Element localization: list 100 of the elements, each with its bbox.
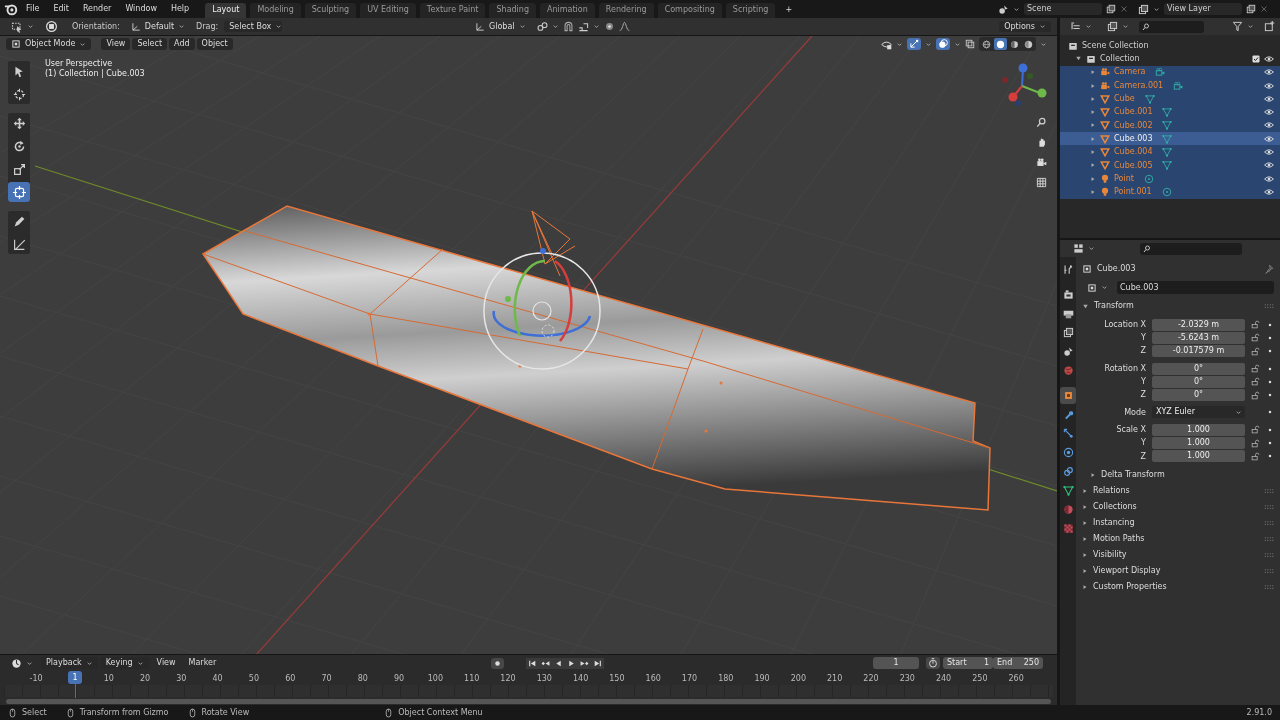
number-field[interactable]: 0° <box>1152 362 1245 375</box>
playhead-frame[interactable]: 1 <box>68 671 82 684</box>
navigation-gizmo-drawing[interactable] <box>1002 63 1047 106</box>
expand-triangle-icon[interactable] <box>1082 302 1089 310</box>
number-field[interactable]: -0.017579 m <box>1152 345 1245 358</box>
mesh-data-icon[interactable] <box>1144 93 1155 104</box>
orientation-dropdown[interactable]: Default <box>125 20 191 33</box>
playback-button[interactable] <box>590 657 604 669</box>
proportional-edit-icon[interactable] <box>603 21 615 32</box>
tool-button[interactable] <box>8 61 30 81</box>
workspace-tab[interactable]: Rendering <box>598 3 654 18</box>
menu-item[interactable]: Edit <box>47 3 75 15</box>
panel-header[interactable]: Custom Properties <box>1093 582 1259 592</box>
camera-drawing[interactable] <box>531 210 576 277</box>
app-logo-icon[interactable] <box>4 2 18 16</box>
eye-icon[interactable] <box>1264 186 1274 197</box>
menu-item[interactable]: File <box>20 3 46 15</box>
lock-icon[interactable] <box>1251 451 1260 461</box>
mode-dropdown[interactable]: Object Mode <box>6 38 92 50</box>
number-field[interactable]: -5.6243 m <box>1152 331 1245 344</box>
lock-icon[interactable] <box>1251 425 1260 435</box>
expand-triangle-icon[interactable] <box>1082 567 1088 574</box>
panel-header[interactable]: Relations <box>1093 486 1259 496</box>
falloff-curve-icon[interactable] <box>618 21 630 32</box>
shading-button[interactable] <box>1008 38 1021 50</box>
drag-dropdown[interactable]: Select Box <box>224 20 283 33</box>
lock-icon[interactable] <box>1251 320 1260 330</box>
panel-header[interactable]: Visibility <box>1093 550 1259 560</box>
3d-viewport[interactable]: Object Mode View Select Add Object User Perspective (1) Collection | Cube.003 <box>0 36 1057 654</box>
workspace-tab[interactable]: Animation <box>540 3 595 18</box>
timeline-scrollbar[interactable] <box>6 699 1051 704</box>
menu-item[interactable]: Window <box>119 3 163 15</box>
view-layer-field[interactable]: View Layer <box>1164 3 1242 15</box>
checkbox[interactable] <box>1252 54 1260 63</box>
expand-triangle-icon[interactable] <box>1090 149 1096 155</box>
mesh-data-icon[interactable] <box>1162 160 1173 171</box>
current-frame-field[interactable]: 1 <box>873 657 919 669</box>
link-icon[interactable] <box>536 21 548 32</box>
record-button[interactable] <box>490 657 504 669</box>
expand-triangle-icon[interactable] <box>1075 55 1082 63</box>
workspace-tab[interactable]: Scripting <box>725 3 776 18</box>
lock-icon[interactable] <box>1251 346 1260 356</box>
workspace-tab[interactable]: Texture Paint <box>419 3 486 18</box>
new-collection-icon[interactable] <box>1264 21 1275 32</box>
outliner-row[interactable]: Point.001 <box>1060 185 1280 199</box>
eye-icon[interactable] <box>1264 173 1274 184</box>
duplicate-icon[interactable] <box>1106 4 1116 14</box>
lock-icon[interactable] <box>1251 364 1260 374</box>
lock-icon[interactable] <box>1251 438 1260 448</box>
workspace-tab[interactable]: Layout <box>205 3 247 18</box>
scene-shapes-icon[interactable] <box>998 3 1009 15</box>
menu-item[interactable]: Marker <box>183 657 222 669</box>
xray-icon[interactable] <box>965 39 975 49</box>
mesh-data-icon[interactable] <box>1162 107 1173 118</box>
outliner-row[interactable]: Scene Collection <box>1060 39 1280 53</box>
tool-button[interactable] <box>8 113 30 133</box>
expand-triangle-icon[interactable] <box>1082 487 1088 494</box>
number-field[interactable]: 1.000 <box>1152 423 1245 436</box>
workspace-tab[interactable]: Sculpting <box>304 3 357 18</box>
panel-header[interactable]: Viewport Display <box>1093 566 1259 576</box>
panel-header[interactable]: Instancing <box>1093 518 1259 528</box>
eye-icon[interactable] <box>1264 147 1274 157</box>
outliner-row[interactable]: Cube.004 <box>1060 145 1280 159</box>
expand-triangle-icon[interactable] <box>1082 551 1088 558</box>
eye-icon[interactable] <box>1264 160 1274 171</box>
shading-button[interactable] <box>980 38 993 50</box>
pivot-icon[interactable] <box>45 20 58 33</box>
eye-icon[interactable] <box>1264 53 1274 64</box>
mesh-data-icon[interactable] <box>1162 133 1173 144</box>
lock-icon[interactable] <box>1251 333 1260 343</box>
duplicate-icon[interactable] <box>1246 4 1256 14</box>
eye-icon[interactable] <box>1264 133 1274 144</box>
playback-button[interactable] <box>525 657 539 669</box>
end-frame-field[interactable]: End 250 <box>993 657 1043 669</box>
workspace-tab[interactable]: Compositing <box>657 3 722 18</box>
transform-orientation-dropdown[interactable]: Global <box>470 20 531 33</box>
close-icon[interactable] <box>1260 5 1268 13</box>
outliner-row[interactable]: Camera <box>1060 65 1280 79</box>
outliner-row[interactable]: Cube <box>1060 92 1280 106</box>
mesh-data-icon[interactable] <box>1162 120 1173 131</box>
expand-triangle-icon[interactable] <box>1090 471 1096 478</box>
expand-triangle-icon[interactable] <box>1082 535 1088 542</box>
number-field[interactable]: -2.0329 m <box>1152 318 1245 331</box>
number-field[interactable]: 1.000 <box>1152 450 1245 463</box>
menu-item[interactable]: Object <box>196 38 233 50</box>
shading-button[interactable] <box>994 38 1007 50</box>
camera-data-icon[interactable] <box>1173 80 1184 91</box>
menu-item[interactable]: View <box>101 38 131 50</box>
object-name-field[interactable]: Cube.003 <box>1117 281 1274 294</box>
number-field[interactable]: 0° <box>1152 389 1245 402</box>
visibility-icon[interactable] <box>881 38 892 50</box>
tool-button[interactable] <box>8 182 30 202</box>
menu-dropdown[interactable]: Playback <box>41 657 98 669</box>
mode-dropdown[interactable]: XYZ Euler <box>1152 406 1245 419</box>
menu-dropdown[interactable]: Keying <box>100 657 149 669</box>
rotate-gizmo-drawing[interactable] <box>483 248 601 370</box>
menu-item[interactable]: View <box>151 657 181 669</box>
menu-item[interactable]: Select <box>132 38 168 50</box>
pin-icon[interactable] <box>1264 264 1274 274</box>
number-field[interactable]: 1.000 <box>1152 437 1245 449</box>
